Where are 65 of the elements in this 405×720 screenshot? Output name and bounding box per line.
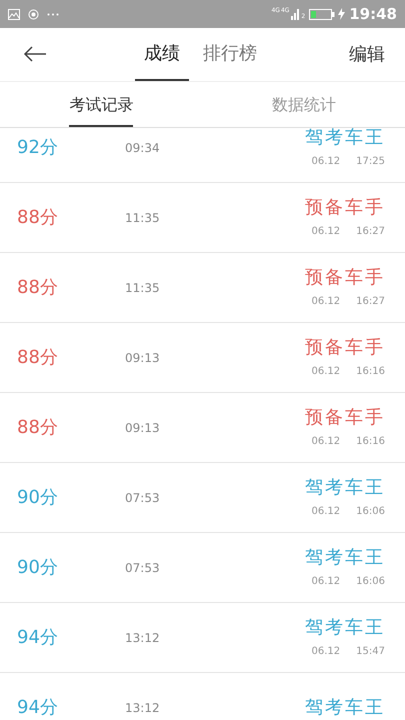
rank-title: 预备车手 <box>305 196 385 220</box>
record-row[interactable]: 90分 07:53 驾考车王 06.12 16:06 <box>0 533 405 603</box>
date-time-text: 06.12 <box>312 225 340 239</box>
rank-title: 驾考车王 <box>305 616 385 640</box>
rank-title: 驾考车王 <box>305 476 385 500</box>
score-text: 88分 <box>17 206 59 230</box>
duration-text: 11:35 <box>125 280 161 296</box>
score-text: 94分 <box>17 626 59 650</box>
edit-button[interactable]: 编辑 <box>349 28 405 81</box>
record-icon <box>28 8 39 20</box>
record-row[interactable]: 88分 11:35 预备车手 06.12 16:27 <box>0 183 405 253</box>
record-row[interactable]: 94分 13:12 驾考车王 06.12 15:47 <box>0 603 405 673</box>
battery-icon <box>309 8 336 20</box>
sub-tab[interactable]: 数据统计 <box>272 82 336 127</box>
date-time-text: 16:27 <box>356 295 385 309</box>
date-time-text: 06.12 <box>312 575 340 589</box>
score-text: 88分 <box>17 276 59 300</box>
record-row[interactable]: 92分 09:34 驾考车王 06.12 17:25 <box>0 128 405 183</box>
duration-text: 09:13 <box>125 420 161 436</box>
score-text: 88分 <box>17 346 59 370</box>
image-icon <box>8 8 20 20</box>
duration-text: 13:12 <box>125 630 161 646</box>
record-row[interactable]: 88分 09:13 预备车手 06.12 16:16 <box>0 323 405 393</box>
rank-title: 预备车手 <box>305 266 385 290</box>
date-time-text: 16:16 <box>356 435 385 449</box>
score-text: 90分 <box>17 486 59 510</box>
date-time-text: 17:25 <box>356 155 385 169</box>
record-row[interactable]: 88分 11:35 预备车手 06.12 16:27 <box>0 253 405 323</box>
clock-time: 19:48 <box>349 4 397 25</box>
date-time-text: 16:06 <box>356 505 385 519</box>
date-time-text: 16:06 <box>356 575 385 589</box>
header-tab[interactable]: 成绩 <box>135 28 189 81</box>
duration-text: 09:34 <box>125 140 161 156</box>
date-time-text: 15:47 <box>356 645 385 659</box>
score-text: 90分 <box>17 556 59 580</box>
score-text: 92分 <box>17 136 59 160</box>
back-icon[interactable] <box>23 46 47 62</box>
date-time-text: 06.12 <box>312 295 340 309</box>
rank-title: 驾考车王 <box>305 696 385 720</box>
date-time-text: 06.12 <box>312 155 340 169</box>
duration-text: 09:13 <box>125 350 161 366</box>
charging-icon <box>338 8 346 20</box>
header-tab[interactable]: 排行榜 <box>201 28 259 81</box>
duration-text: 07:53 <box>125 560 161 576</box>
date-time-text: 06.12 <box>312 435 340 449</box>
signal-icon <box>291 8 302 20</box>
duration-text: 07:53 <box>125 490 161 506</box>
rank-title: 驾考车王 <box>305 546 385 570</box>
date-time-text: 06.12 <box>312 365 340 379</box>
score-text: 94分 <box>17 696 59 720</box>
date-time-text: 16:16 <box>356 365 385 379</box>
date-time-text: 16:27 <box>356 225 385 239</box>
date-time-text: 06.12 <box>312 505 340 519</box>
more-icon <box>47 12 59 16</box>
record-row[interactable]: 90分 07:53 驾考车王 06.12 16:06 <box>0 463 405 533</box>
date-time-text: 06.12 <box>312 645 340 659</box>
record-row[interactable]: 94分 13:12 驾考车王 <box>0 673 405 720</box>
duration-text: 11:35 <box>125 210 161 226</box>
score-text: 88分 <box>17 416 59 440</box>
record-row[interactable]: 88分 09:13 预备车手 06.12 16:16 <box>0 393 405 463</box>
rank-title: 驾考车王 <box>305 128 385 150</box>
duration-text: 13:12 <box>125 700 161 716</box>
rank-title: 预备车手 <box>305 406 385 430</box>
sub-tab[interactable]: 考试记录 <box>69 82 134 127</box>
rank-title: 预备车手 <box>305 336 385 360</box>
